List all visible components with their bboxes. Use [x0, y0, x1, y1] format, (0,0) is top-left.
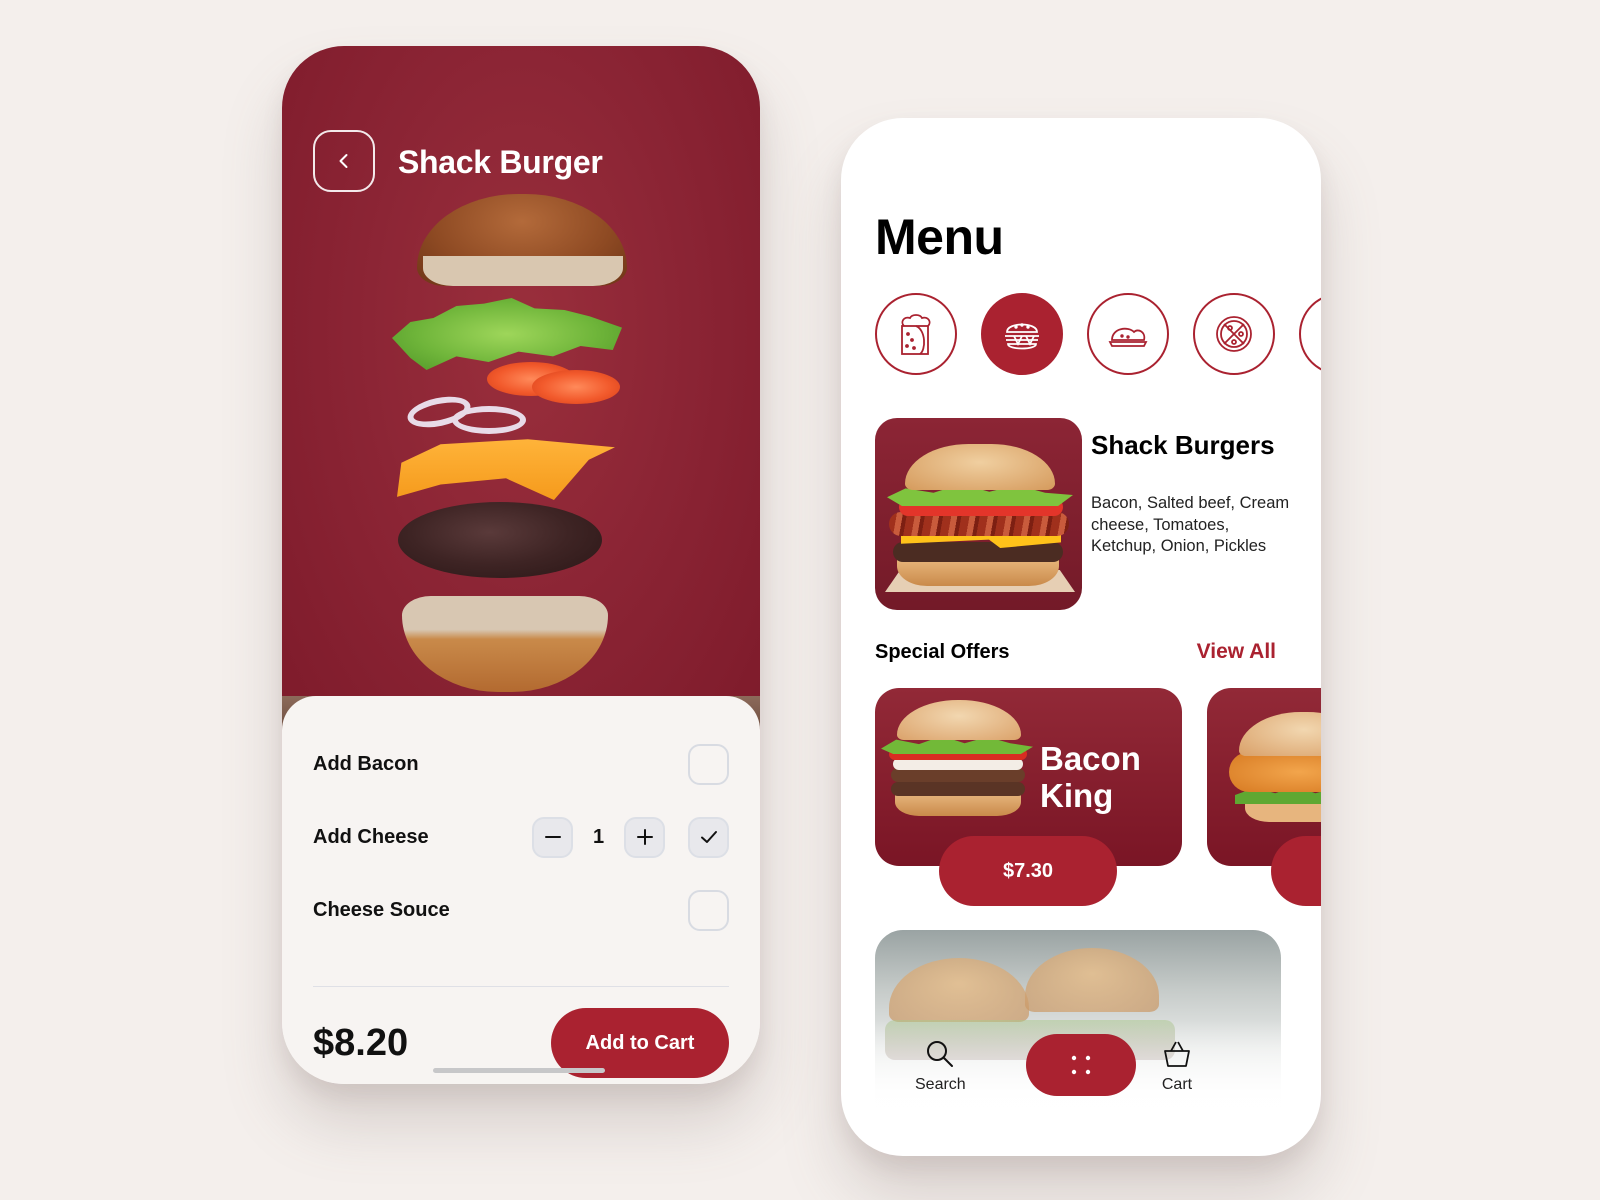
page-title: Menu — [875, 209, 1004, 265]
total-price: $8.20 — [313, 1022, 409, 1064]
divider — [313, 986, 729, 987]
tomato-slice — [532, 370, 620, 404]
cheese-checkbox[interactable] — [688, 816, 729, 858]
banner-burger — [889, 958, 1029, 1022]
burger-icon — [1005, 323, 1039, 350]
patty — [891, 768, 1025, 782]
onion-ring — [452, 406, 526, 434]
checkmark-icon — [700, 831, 717, 843]
quantity-stepper: 1 — [532, 816, 665, 858]
featured-item-image[interactable] — [875, 418, 1082, 610]
product-detail-screen: Shack Burger Add Bacon Add Cheese 1 Chee… — [282, 46, 760, 1084]
increment-button[interactable] — [624, 816, 665, 858]
cheese-sauce-checkbox[interactable] — [688, 889, 729, 931]
banner-burger — [1025, 948, 1159, 1012]
product-title: Shack Burger — [398, 144, 603, 180]
plus-icon — [636, 829, 653, 845]
category-taco[interactable] — [1087, 293, 1169, 375]
bottom-bun — [895, 794, 1021, 816]
featured-item-name[interactable]: Shack Burgers — [1091, 430, 1291, 460]
special-offers-heading: Special Offers — [875, 641, 1010, 663]
basket-icon — [1164, 1041, 1190, 1067]
top-bun — [1239, 712, 1321, 756]
nav-search[interactable]: Search — [915, 1038, 966, 1094]
featured-item-description: Bacon, Salted beef, Cream cheese, Tomato… — [1091, 494, 1290, 555]
nav-search-label: Search — [915, 1076, 966, 1093]
top-bun — [417, 194, 627, 286]
option-row-cheese: Add Cheese 1 — [313, 815, 729, 859]
grid-dots-icon — [1071, 1055, 1091, 1075]
option-label: Add Bacon — [313, 752, 419, 775]
chevron-left-icon — [339, 154, 348, 168]
option-label: Cheese Souce — [313, 898, 450, 921]
nav-home-button[interactable] — [1026, 1034, 1136, 1096]
top-bun — [905, 444, 1055, 490]
home-indicator — [433, 1068, 605, 1073]
top-bun — [897, 700, 1021, 740]
nav-cart-label: Cart — [1161, 1076, 1193, 1093]
patty — [398, 502, 602, 578]
option-row-cheese-sauce: Cheese Souce — [313, 888, 729, 932]
options-sheet: Add Bacon Add Cheese 1 Cheese Souce $8.2… — [282, 696, 760, 1084]
view-all-link[interactable]: View All — [1197, 640, 1276, 664]
burrito-icon — [901, 314, 931, 355]
taco-icon — [1108, 327, 1148, 347]
patty — [891, 782, 1025, 796]
cheese-slice — [397, 439, 615, 500]
offer-price-button[interactable]: $7.30 — [939, 836, 1117, 906]
chicken-patty — [1229, 752, 1321, 792]
bottom-bun — [402, 596, 608, 692]
category-pizza[interactable] — [1193, 293, 1275, 375]
option-label: Add Cheese — [313, 825, 429, 848]
bacon-checkbox[interactable] — [688, 743, 729, 785]
quantity-value: 1 — [592, 825, 605, 848]
sandwich-icon — [1314, 308, 1321, 360]
category-burger[interactable] — [981, 293, 1063, 375]
bottom-nav: Search Cart — [841, 1018, 1321, 1118]
lettuce — [392, 298, 622, 370]
bottom-bun — [897, 558, 1059, 586]
decrement-button[interactable] — [532, 816, 573, 858]
offer-name: Bacon King — [1040, 740, 1141, 814]
cheese-controls: 1 — [532, 816, 729, 858]
option-row-bacon: Add Bacon — [313, 742, 729, 786]
category-sandwich[interactable] — [1299, 293, 1321, 375]
minus-icon — [544, 836, 561, 838]
menu-screen: Menu Shack Burgers Bacon, Salted beef, C… — [841, 118, 1321, 1156]
pizza-icon — [1216, 316, 1252, 352]
category-burrito[interactable] — [875, 293, 957, 375]
back-button[interactable] — [313, 130, 375, 192]
nav-cart[interactable]: Cart — [1161, 1038, 1193, 1094]
category-list — [875, 293, 1321, 375]
search-icon — [927, 1041, 954, 1067]
patty — [893, 542, 1063, 562]
